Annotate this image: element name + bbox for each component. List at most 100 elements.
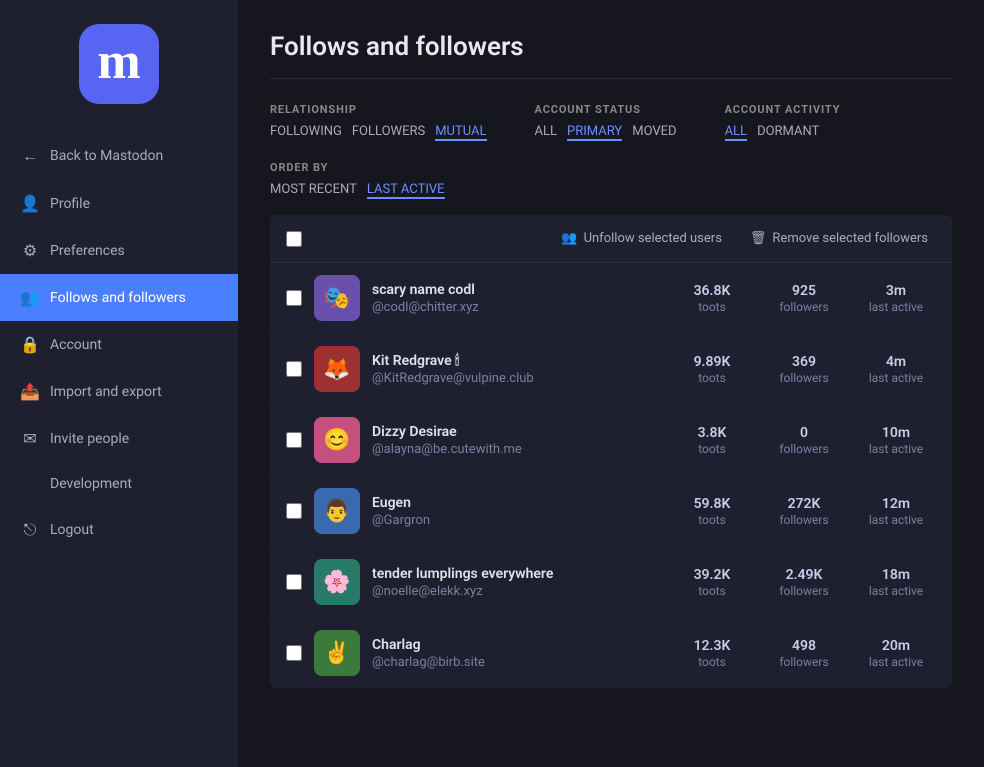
filter-followers[interactable]: FOLLOWERS xyxy=(352,122,425,141)
filter-most-recent[interactable]: MOST RECENT xyxy=(270,180,357,199)
followers-count: 925 xyxy=(764,283,844,299)
user-checkbox-4[interactable] xyxy=(286,574,302,590)
page-title: Follows and followers xyxy=(270,32,952,79)
remove-icon: 🗑 xyxy=(750,231,767,246)
filter-following[interactable]: FOLLOWING xyxy=(270,122,342,141)
user-checkbox-0[interactable] xyxy=(286,290,302,306)
nav-icon-invite-people: ✉ xyxy=(20,429,40,448)
last-active-label: last active xyxy=(856,584,936,598)
sidebar-nav: ← Back to Mastodon 👤 Profile ⚙ Preferenc… xyxy=(0,124,238,554)
relationship-filter: RELATIONSHIP FOLLOWING FOLLOWERS MUTUAL xyxy=(270,103,487,141)
nav-icon-profile: 👤 xyxy=(20,194,40,213)
sidebar-item-follows-and-followers[interactable]: 👥 Follows and followers xyxy=(0,274,238,321)
last-active-label: last active xyxy=(856,442,936,456)
followers-label: followers xyxy=(764,300,844,314)
user-info: Kit Redgrave 🕯 @KitRedgrave@vulpine.club xyxy=(372,353,660,386)
user-handle: @charlag@birb.site xyxy=(372,655,660,670)
user-info: Eugen @Gargron xyxy=(372,495,660,528)
unfollow-icon: 👥 xyxy=(561,231,577,246)
filter-primary[interactable]: PRIMARY xyxy=(567,122,622,141)
toots-count: 36.8K xyxy=(672,283,752,299)
filter-last-active[interactable]: LAST ACTIVE xyxy=(367,180,445,199)
toots-label: toots xyxy=(672,655,752,669)
followers-count: 369 xyxy=(764,354,844,370)
user-rows: 🎭 scary name codl @codl@chitter.xyz 36.8… xyxy=(270,263,952,688)
account-activity-label: ACCOUNT ACTIVITY xyxy=(725,103,841,116)
unfollow-label: Unfollow selected users xyxy=(584,231,722,246)
last-active-value: 12m xyxy=(856,496,936,512)
filter-mutual[interactable]: MUTUAL xyxy=(435,122,486,141)
stat-last-active: 20m last active xyxy=(856,638,936,669)
nav-icon-back-to-mastodon: ← xyxy=(20,146,40,166)
nav-label-preferences: Preferences xyxy=(50,243,125,259)
remove-followers-button[interactable]: 🗑 Remove selected followers xyxy=(742,227,936,250)
stat-last-active: 4m last active xyxy=(856,354,936,385)
filter-dormant[interactable]: DORMANT xyxy=(757,122,819,141)
sidebar-item-preferences[interactable]: ⚙ Preferences xyxy=(0,227,238,274)
user-checkbox-3[interactable] xyxy=(286,503,302,519)
user-checkbox-5[interactable] xyxy=(286,645,302,661)
last-active-value: 3m xyxy=(856,283,936,299)
nav-label-account: Account xyxy=(50,337,102,353)
followers-label: followers xyxy=(764,371,844,385)
avatar: 🦊 xyxy=(314,346,360,392)
toots-count: 12.3K xyxy=(672,638,752,654)
order-by-section: ORDER BY MOST RECENT LAST ACTIVE xyxy=(270,161,952,199)
stat-toots: 39.2K toots xyxy=(672,567,752,598)
last-active-value: 18m xyxy=(856,567,936,583)
stat-last-active: 10m last active xyxy=(856,425,936,456)
select-all-checkbox[interactable] xyxy=(286,231,302,247)
followers-count: 0 xyxy=(764,425,844,441)
nav-label-back-to-mastodon: Back to Mastodon xyxy=(50,148,163,164)
sidebar-item-invite-people[interactable]: ✉ Invite people xyxy=(0,415,238,462)
order-by-options: MOST RECENT LAST ACTIVE xyxy=(270,180,445,199)
stat-followers: 369 followers xyxy=(764,354,844,385)
avatar: 😊 xyxy=(314,417,360,463)
nav-icon-import-and-export: 📤 xyxy=(20,382,40,401)
sidebar-item-import-and-export[interactable]: 📤 Import and export xyxy=(0,368,238,415)
unfollow-selected-button[interactable]: 👥 Unfollow selected users xyxy=(553,227,730,250)
avatar: ✌ xyxy=(314,630,360,676)
last-active-label: last active xyxy=(856,300,936,314)
followers-count: 272K xyxy=(764,496,844,512)
user-handle: @Gargron xyxy=(372,513,660,528)
stat-toots: 36.8K toots xyxy=(672,283,752,314)
user-name: Kit Redgrave 🕯 xyxy=(372,353,660,369)
last-active-value: 4m xyxy=(856,354,936,370)
last-active-value: 20m xyxy=(856,638,936,654)
toots-label: toots xyxy=(672,371,752,385)
sidebar-item-profile[interactable]: 👤 Profile xyxy=(0,180,238,227)
sidebar-item-back-to-mastodon[interactable]: ← Back to Mastodon xyxy=(0,132,238,180)
table-row: 😊 Dizzy Desirae @alayna@be.cutewith.me 3… xyxy=(270,405,952,476)
stat-followers: 0 followers xyxy=(764,425,844,456)
filter-all-status[interactable]: ALL xyxy=(535,122,557,141)
table-row: 👨 Eugen @Gargron 59.8K toots 272K follow… xyxy=(270,476,952,547)
user-checkbox-1[interactable] xyxy=(286,361,302,377)
account-activity-options: ALL DORMANT xyxy=(725,122,841,141)
avatar: 🎭 xyxy=(314,275,360,321)
stat-toots: 9.89K toots xyxy=(672,354,752,385)
order-by-label: ORDER BY xyxy=(270,161,445,174)
users-table: 👥 Unfollow selected users 🗑 Remove selec… xyxy=(270,215,952,688)
sidebar-item-logout[interactable]: ⎋ Logout xyxy=(0,506,238,554)
sidebar-item-account[interactable]: 🔒 Account xyxy=(0,321,238,368)
filter-all-activity[interactable]: ALL xyxy=(725,122,747,141)
user-handle: @codl@chitter.xyz xyxy=(372,300,660,315)
user-name: Charlag xyxy=(372,637,660,653)
table-row: 🦊 Kit Redgrave 🕯 @KitRedgrave@vulpine.cl… xyxy=(270,334,952,405)
user-handle: @noelle@elekk.xyz xyxy=(372,584,660,599)
relationship-options: FOLLOWING FOLLOWERS MUTUAL xyxy=(270,122,487,141)
toots-label: toots xyxy=(672,584,752,598)
main-content: Follows and followers RELATIONSHIP FOLLO… xyxy=(238,0,984,767)
sidebar-item-development[interactable]: Development xyxy=(0,462,238,506)
toots-count: 59.8K xyxy=(672,496,752,512)
toots-label: toots xyxy=(672,513,752,527)
user-checkbox-2[interactable] xyxy=(286,432,302,448)
user-info: tender lumplings everywhere @noelle@elek… xyxy=(372,566,660,599)
nav-label-invite-people: Invite people xyxy=(50,431,129,447)
last-active-label: last active xyxy=(856,371,936,385)
user-info: Charlag @charlag@birb.site xyxy=(372,637,660,670)
account-status-label: ACCOUNT STATUS xyxy=(535,103,677,116)
followers-label: followers xyxy=(764,584,844,598)
filter-moved[interactable]: MOVED xyxy=(632,122,676,141)
